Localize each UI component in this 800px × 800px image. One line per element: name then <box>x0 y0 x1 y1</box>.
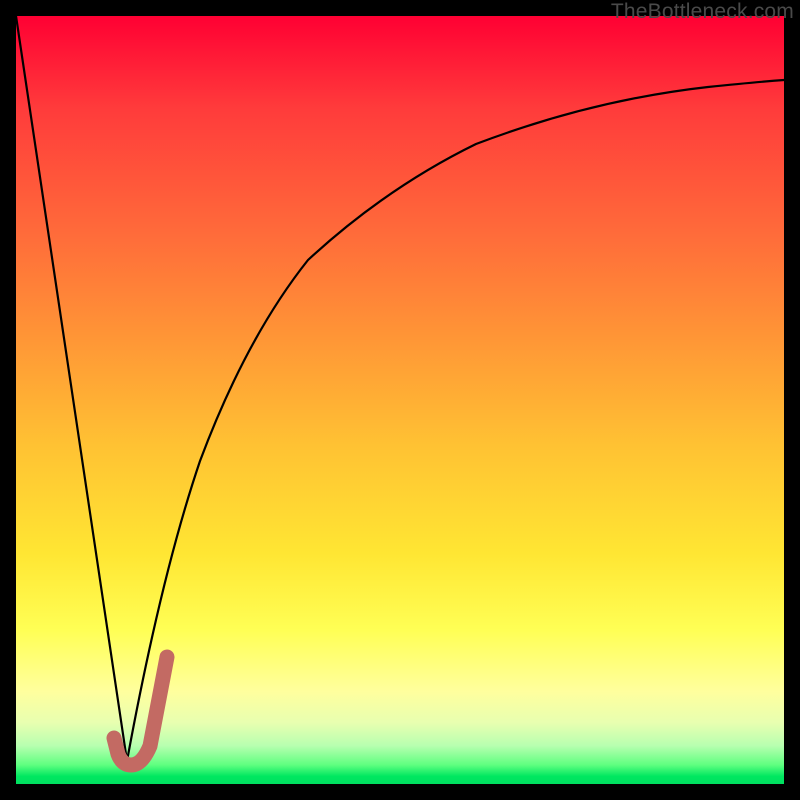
curve-right <box>127 80 784 761</box>
hook-stroke <box>114 657 167 765</box>
curve-left <box>16 16 127 761</box>
plot-area <box>16 16 784 784</box>
watermark-text: TheBottleneck.com <box>611 0 794 24</box>
chart-svg <box>16 16 784 784</box>
chart-frame: TheBottleneck.com <box>0 0 800 800</box>
